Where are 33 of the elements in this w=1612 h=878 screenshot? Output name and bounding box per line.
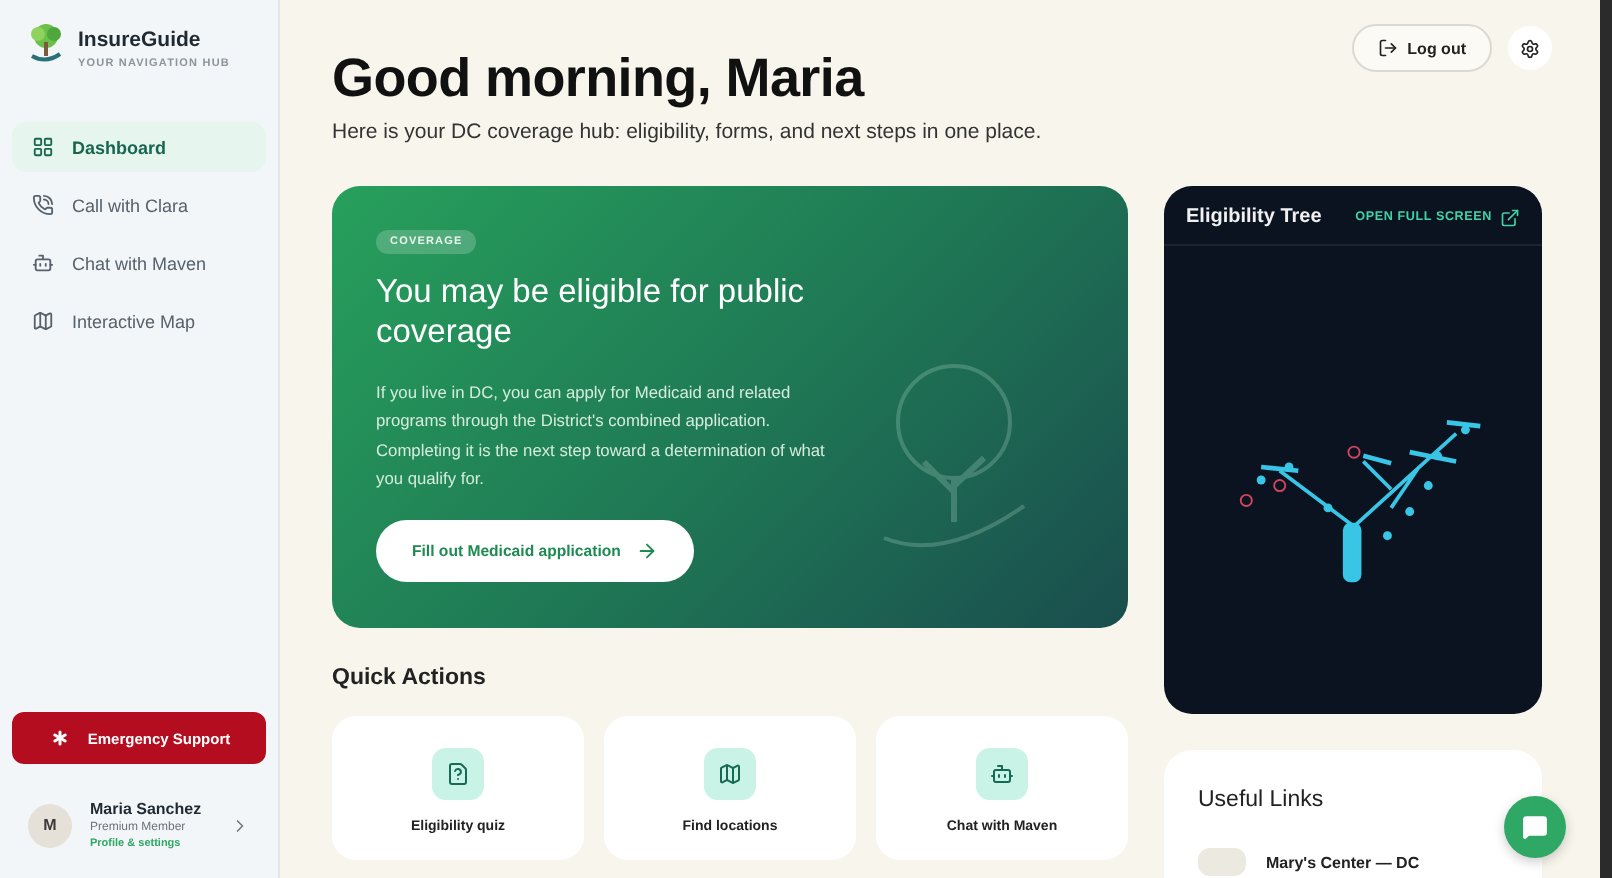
- logout-button[interactable]: Log out: [1351, 24, 1492, 72]
- map-icon: [32, 310, 54, 332]
- nav-item[interactable]: Call with Clara: [12, 180, 266, 230]
- external-link-icon: [1500, 207, 1520, 227]
- quick-actions-heading: Quick Actions: [332, 666, 488, 690]
- settings-icon: [1520, 37, 1540, 59]
- robot-icon: [976, 748, 1028, 800]
- map-icon: [704, 748, 756, 800]
- profile-name: Maria Sanchez: [90, 800, 204, 818]
- tree-logo-icon: [28, 24, 64, 64]
- link-thumbnail: [1198, 848, 1246, 876]
- robot-icon: [32, 252, 54, 274]
- chat-button[interactable]: [1504, 796, 1566, 858]
- avatar: M: [28, 803, 72, 847]
- coverage-title: You may be eligible for public coverage: [376, 274, 807, 354]
- tree-panel-title: Eligibility Tree: [1186, 206, 1322, 228]
- logout-icon: [1377, 38, 1398, 58]
- grid-icon: [32, 136, 54, 158]
- link-name[interactable]: Mary's Center — DC: [1266, 853, 1420, 871]
- chat-icon: [1522, 814, 1548, 840]
- nav-item[interactable]: Dashboard: [12, 122, 266, 172]
- coverage-description: If you live in DC, you can apply for Medicaid and related programs through the District's combined application. Completing it is the next step toward a determination of what you qualify for.: [376, 379, 827, 492]
- arrow-icon: [636, 540, 659, 563]
- phone-icon: [32, 194, 54, 216]
- greeting-heading: Good morning, Maria: [332, 48, 864, 110]
- brand-name: InsureGuide: [78, 28, 203, 52]
- nav-item[interactable]: Interactive Map: [12, 296, 266, 346]
- greeting-subtitle: Here is your DC coverage hub: eligibility, forms, and next steps in one place.: [332, 120, 1044, 144]
- settings-button[interactable]: [1508, 26, 1552, 70]
- question-icon: [432, 748, 484, 800]
- asterisk-icon: [47, 726, 72, 750]
- useful-links-heading: Useful Links: [1198, 788, 1326, 812]
- nav-item[interactable]: Chat with Maven: [12, 238, 266, 288]
